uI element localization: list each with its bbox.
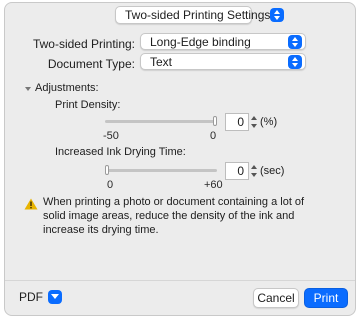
drying-time-min: 0 — [107, 179, 114, 191]
settings-popup[interactable]: Two-sided Printing Settings — [115, 6, 285, 24]
settings-popup-label: Two-sided Printing Settings — [125, 8, 271, 22]
drying-time-max: +60 — [204, 179, 223, 191]
print-density-stepper[interactable] — [249, 113, 259, 131]
chevron-updown-icon — [288, 54, 302, 69]
print-button[interactable]: Print — [304, 288, 348, 308]
cancel-button[interactable]: Cancel — [253, 288, 299, 308]
adjustments-title: Adjustments: — [35, 82, 99, 94]
document-type-label: Document Type: — [47, 57, 135, 71]
two-sided-value: Long-Edge binding — [150, 34, 251, 49]
chevron-updown-icon — [288, 34, 302, 49]
print-density-min: -50 — [103, 130, 119, 142]
warning-icon — [24, 198, 38, 210]
drying-time-stepper[interactable] — [249, 162, 259, 180]
footer-divider — [5, 280, 355, 281]
chevron-down-icon — [48, 290, 62, 304]
drying-time-label: Increased Ink Drying Time: — [55, 146, 186, 158]
print-density-unit: (%) — [260, 116, 278, 128]
disclosure-triangle-icon[interactable] — [25, 87, 31, 91]
pdf-menu-button[interactable]: PDF — [19, 290, 62, 304]
two-sided-label: Two-sided Printing: — [32, 37, 135, 51]
document-type-popup[interactable]: Text — [140, 53, 306, 70]
drying-time-slider[interactable] — [105, 164, 217, 178]
chevron-updown-icon — [270, 8, 285, 22]
pdf-label: PDF — [19, 290, 43, 304]
drying-time-unit: (sec) — [260, 165, 285, 177]
warning-text: When printing a photo or document contai… — [43, 196, 305, 236]
print-dialog: Two-sided Printing Settings Two-sided Pr… — [4, 2, 356, 316]
print-density-field[interactable]: 0 — [225, 113, 249, 131]
print-density-max: 0 — [210, 130, 217, 142]
print-density-slider[interactable] — [105, 115, 217, 129]
drying-time-knob[interactable] — [105, 165, 109, 175]
print-density-knob[interactable] — [213, 116, 217, 126]
print-density-label: Print Density: — [55, 99, 121, 111]
two-sided-popup[interactable]: Long-Edge binding — [140, 33, 306, 50]
print-density-track — [105, 120, 217, 123]
drying-time-track — [105, 169, 217, 172]
document-type-value: Text — [150, 54, 173, 69]
drying-time-field[interactable]: 0 — [225, 162, 249, 180]
